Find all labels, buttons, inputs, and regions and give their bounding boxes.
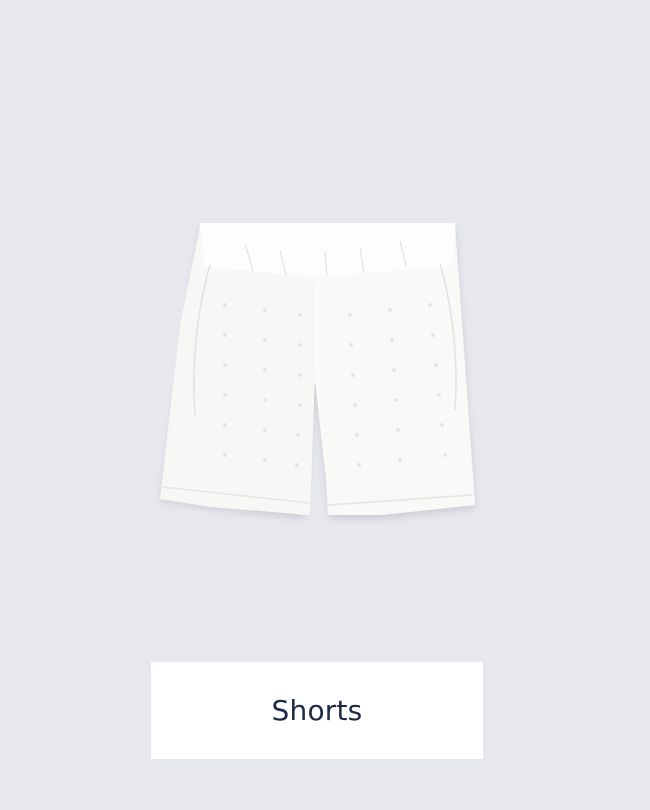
product-image-shorts[interactable] xyxy=(150,215,480,525)
category-label: Shorts xyxy=(271,694,363,727)
category-card[interactable]: Shorts xyxy=(0,0,650,810)
category-label-box[interactable]: Shorts xyxy=(151,662,483,759)
